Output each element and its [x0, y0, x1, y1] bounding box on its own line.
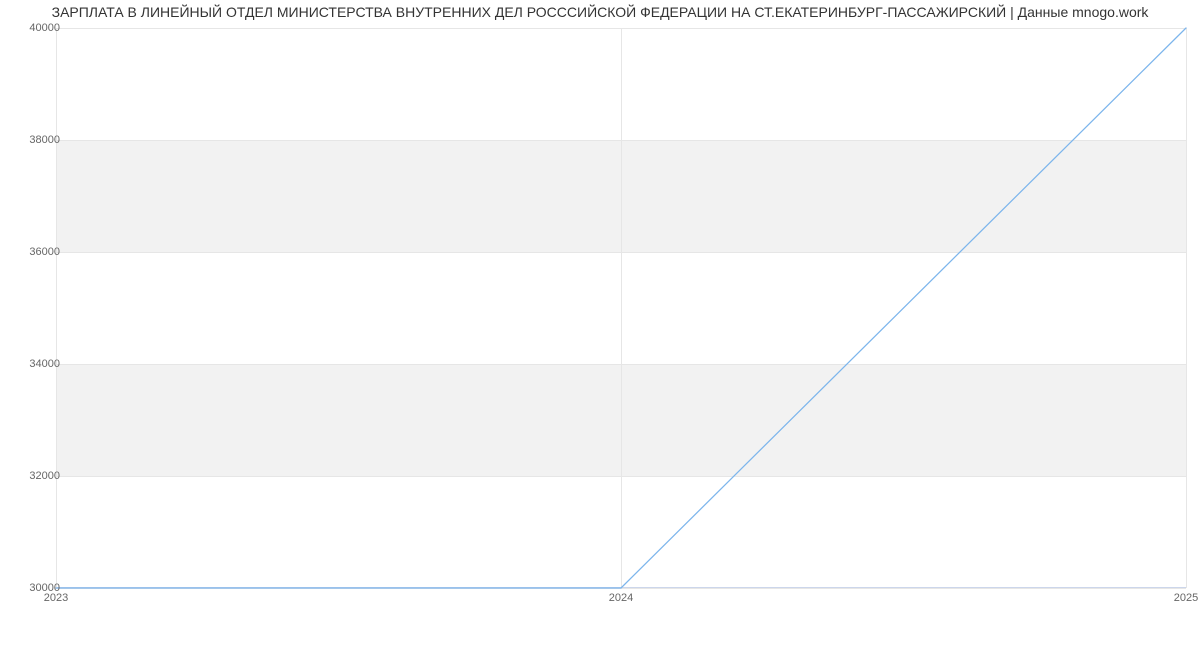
x-axis-tick: 2025: [1174, 592, 1198, 604]
plot-area: [56, 28, 1186, 588]
chart-container: ЗАРПЛАТА В ЛИНЕЙНЫЙ ОТДЕЛ МИНИСТЕРСТВА В…: [0, 0, 1200, 620]
y-axis-tick: 34000: [12, 358, 60, 370]
y-axis-tick: 32000: [12, 470, 60, 482]
gridline-vertical: [621, 28, 622, 588]
y-axis-tick: 36000: [12, 246, 60, 258]
x-axis-tick: 2024: [609, 592, 633, 604]
line-series: [56, 28, 356, 178]
chart-title: ЗАРПЛАТА В ЛИНЕЙНЫЙ ОТДЕЛ МИНИСТЕРСТВА В…: [0, 4, 1200, 20]
y-axis-tick: 38000: [12, 134, 60, 146]
gridline-vertical: [1186, 28, 1187, 588]
y-axis-tick: 40000: [12, 22, 60, 34]
x-axis-tick: 2023: [44, 592, 68, 604]
